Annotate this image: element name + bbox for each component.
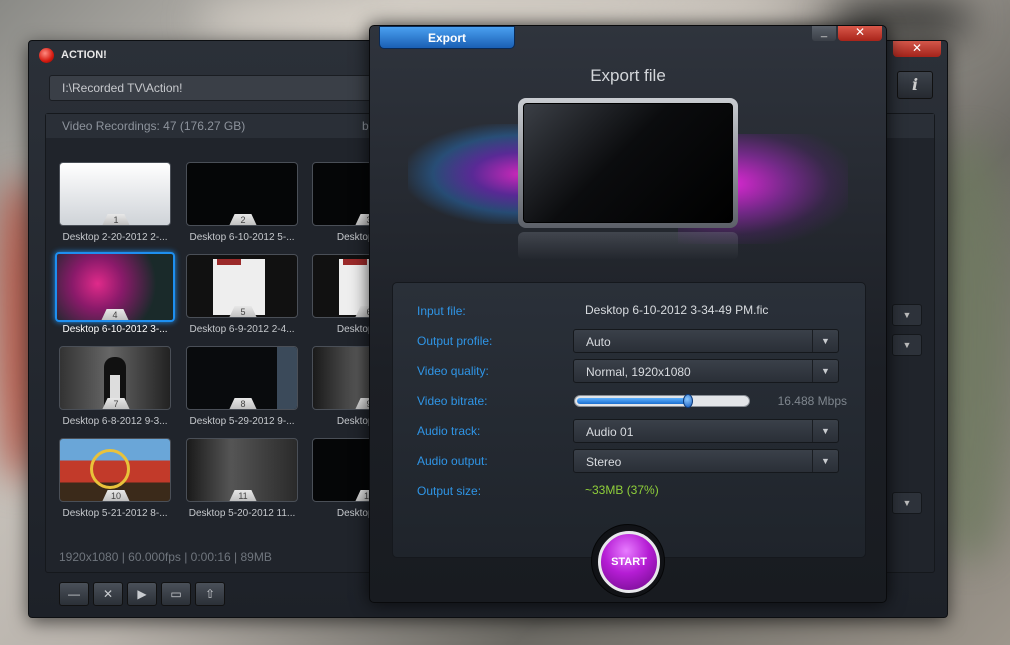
video-quality-dropdown[interactable]: Normal, 1920x1080 ▼ <box>573 359 839 383</box>
thumbnail-caption: Desktop 6-8-2012 9-3... <box>62 416 168 427</box>
video-quality-row: Video quality: Normal, 1920x1080 ▼ <box>417 359 847 383</box>
thumbnail-caption: Desktop 2-20-2012 2-... <box>62 232 168 243</box>
video-thumbnail[interactable]: 7 <box>59 346 171 410</box>
thumbnail-caption: Desktop 6-9-2012 2-4... <box>189 324 295 335</box>
upload-button[interactable]: ⇧ <box>195 582 225 606</box>
thumbnail-image <box>277 347 297 409</box>
recordings-count: Video Recordings: 47 (176.27 GB) <box>62 119 246 133</box>
thumbnail-caption: Desktop 5-21-2012 8-... <box>62 508 168 519</box>
input-file-value: Desktop 6-10-2012 3-34-49 PM.fic <box>585 303 769 317</box>
audio-output-row: Audio output: Stereo ▼ <box>417 449 847 473</box>
play-button[interactable]: ▶ <box>127 582 157 606</box>
export-settings-panel: Input file: Desktop 6-10-2012 3-34-49 PM… <box>392 282 866 558</box>
audio-output-dropdown[interactable]: Stereo ▼ <box>573 449 839 473</box>
app-close-button[interactable]: ✕ <box>893 41 941 57</box>
video-bitrate-value: 16.488 Mbps <box>777 394 847 408</box>
export-illustration <box>408 94 848 264</box>
thumbnail-caption: Desktop 5-20-2012 11... <box>188 508 296 519</box>
minimize-button[interactable]: _ <box>812 26 836 41</box>
record-logo-icon <box>39 48 54 63</box>
bottom-toolbar: — ✕ ▶ ▭ ⇧ <box>59 582 225 606</box>
chevron-down-icon[interactable]: ▼ <box>812 330 838 352</box>
export-tab[interactable]: Export <box>379 26 515 49</box>
audio-track-row: Audio track: Audio 01 ▼ <box>417 419 847 443</box>
tablet-reflection <box>518 232 738 260</box>
thumbnail-image <box>343 259 367 265</box>
video-quality-value: Normal, 1920x1080 <box>586 365 691 379</box>
delete-button[interactable]: ✕ <box>93 582 123 606</box>
side-dropdown[interactable]: ▼ <box>892 304 922 326</box>
recording-info-status: 1920x1080 | 60.000fps | 0:00:16 | 89MB <box>59 550 272 564</box>
video-thumbnail[interactable]: 1 <box>59 162 171 226</box>
start-export-button[interactable]: START <box>598 531 660 593</box>
side-dropdown[interactable]: ▼ <box>892 492 922 514</box>
output-profile-dropdown[interactable]: Auto ▼ <box>573 329 839 353</box>
video-bitrate-slider[interactable] <box>574 394 750 408</box>
minus-button[interactable]: — <box>59 582 89 606</box>
output-size-label: Output size: <box>417 484 482 498</box>
output-size-value: ~33MB (37%) <box>585 483 659 497</box>
header-fragment: b <box>362 119 369 133</box>
chevron-down-icon[interactable]: ▼ <box>812 450 838 472</box>
slider-fill <box>577 398 689 404</box>
video-thumbnail-selected[interactable]: 4 <box>55 252 175 322</box>
thumbnail-number: 1 <box>102 214 130 225</box>
thumbnail-image <box>90 449 130 489</box>
thumbnail-number: 11 <box>229 490 257 501</box>
start-button-ring: START <box>591 524 665 598</box>
output-size-row: Output size: ~33MB (37%) <box>417 479 847 503</box>
thumbnail-number: 8 <box>229 398 257 409</box>
output-profile-row: Output profile: Auto ▼ <box>417 329 847 353</box>
output-profile-label: Output profile: <box>417 334 493 348</box>
video-quality-label: Video quality: <box>417 364 489 378</box>
open-folder-button[interactable]: ▭ <box>161 582 191 606</box>
tablet-device-image <box>518 98 738 228</box>
thumbnail-image <box>217 259 241 265</box>
side-dropdown[interactable]: ▼ <box>892 334 922 356</box>
thumbnail-caption: Desktop 5-29-2012 9-... <box>189 416 295 427</box>
app-title: ACTION! <box>61 49 107 61</box>
input-file-row: Input file: Desktop 6-10-2012 3-34-49 PM… <box>417 299 847 323</box>
slider-knob[interactable] <box>683 394 693 408</box>
audio-output-label: Audio output: <box>417 454 488 468</box>
thumbnail-caption: Desktop 6-10-2012 3-... <box>62 324 168 335</box>
chevron-down-icon[interactable]: ▼ <box>812 360 838 382</box>
video-bitrate-row: Video bitrate: 16.488 Mbps <box>417 389 847 413</box>
thumbnail-caption: Desktop 6-10-2012 5-... <box>189 232 295 243</box>
dialog-close-button[interactable]: ✕ <box>838 26 882 41</box>
video-thumbnail[interactable]: 10 <box>59 438 171 502</box>
dialog-title: Export file <box>590 66 666 85</box>
input-file-label: Input file: <box>417 304 466 318</box>
info-button[interactable]: i <box>897 71 933 99</box>
audio-track-label: Audio track: <box>417 424 481 438</box>
audio-track-value: Audio 01 <box>586 425 634 439</box>
thumbnail-image <box>110 375 120 401</box>
video-thumbnail[interactable]: 11 <box>186 438 298 502</box>
video-bitrate-label: Video bitrate: <box>417 394 488 408</box>
audio-output-value: Stereo <box>586 455 622 469</box>
audio-track-dropdown[interactable]: Audio 01 ▼ <box>573 419 839 443</box>
video-thumbnail[interactable]: 8 <box>186 346 298 410</box>
chevron-down-icon[interactable]: ▼ <box>812 420 838 442</box>
thumbnail-number: 4 <box>101 309 129 320</box>
tablet-screen <box>523 103 733 223</box>
export-dialog: Export _ ✕ Export file Input file: Deskt… <box>369 25 887 603</box>
thumbnail-number: 10 <box>102 490 130 501</box>
video-thumbnail[interactable]: 5 <box>186 254 298 318</box>
output-profile-value: Auto <box>586 335 611 349</box>
thumbnail-number: 2 <box>229 214 257 225</box>
video-thumbnail[interactable]: 2 <box>186 162 298 226</box>
